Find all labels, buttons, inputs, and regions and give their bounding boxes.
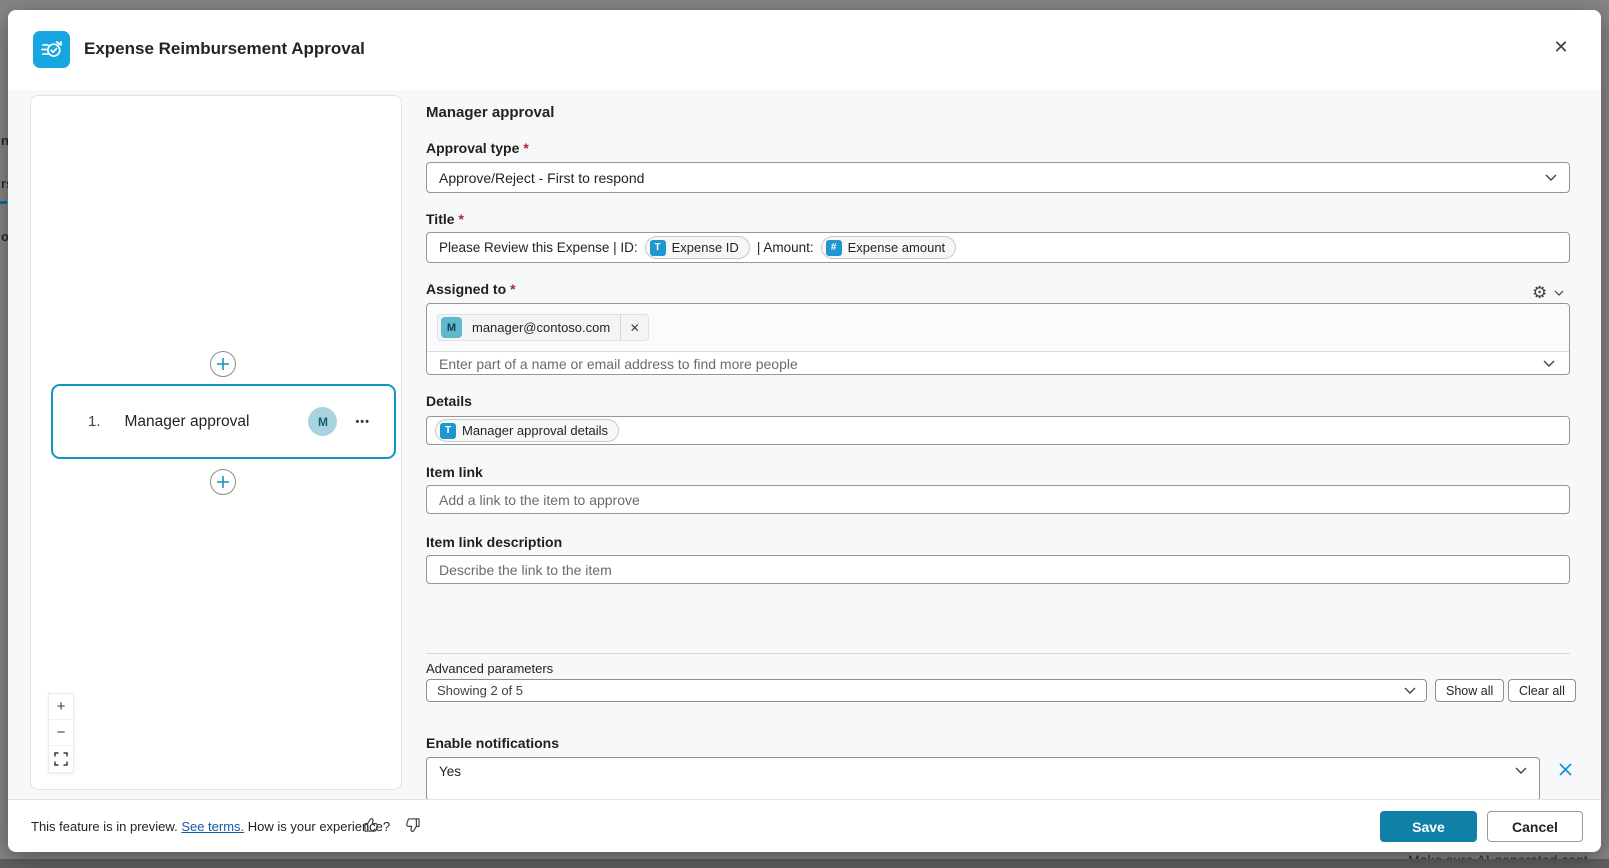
label-text: Item link [426,464,483,480]
thumbs-up-button[interactable] [360,814,384,838]
token-label: Expense ID [672,240,739,255]
remove-parameter-button[interactable] [1552,758,1578,784]
item-link-input[interactable] [426,485,1570,514]
title-label: Title* [426,211,464,227]
plus-icon [216,357,230,371]
remove-assignee-button[interactable]: ✕ [620,314,648,341]
token-label: Expense amount [848,240,946,255]
advanced-parameters-label: Advanced parameters [426,661,553,676]
chevron-down-icon [1545,174,1557,181]
approval-settings-dialog: Expense Reimbursement Approval ✕ 1. Mana… [8,10,1601,852]
item-link-description-input[interactable] [426,555,1570,584]
insert-step-above-button[interactable] [210,351,236,377]
title-text-segment: | Amount: [757,240,814,255]
preview-notice: This feature is in preview. See terms. H… [31,819,390,834]
show-all-button[interactable]: Show all [1435,679,1504,702]
dialog-title: Expense Reimbursement Approval [84,39,365,59]
preview-text: This feature is in preview. [31,819,178,834]
thumbs-down-icon [402,815,422,835]
approval-type-label: Approval type* [426,140,529,156]
assignee-chip-row: M manager@contoso.com ✕ [427,304,1569,352]
gear-icon: ⚙ [1532,284,1547,301]
backdrop-tab-underline [0,201,7,204]
advanced-parameters-value: Showing 2 of 5 [437,683,523,698]
node-index: 1. [88,413,101,430]
cancel-button[interactable]: Cancel [1487,811,1583,842]
section-divider [426,653,1570,654]
node-menu-button[interactable]: ••• [353,414,372,430]
dialog-header: Expense Reimbursement Approval ✕ [8,10,1601,90]
required-asterisk: * [510,281,515,297]
number-type-icon: # [826,240,842,256]
label-text: Item link description [426,534,562,550]
node-label: Manager approval [125,413,250,431]
item-link-description-label: Item link description [426,534,562,550]
enable-notifications-select[interactable]: Yes [426,757,1540,799]
required-asterisk: * [523,140,528,156]
enable-notifications-value: Yes [439,764,461,779]
thumbs-down-button[interactable] [400,814,424,838]
close-icon: ✕ [1553,37,1568,57]
backdrop-bottom-bar [0,859,1609,868]
see-terms-link[interactable]: See terms. [181,819,244,834]
dynamic-token-expense-amount[interactable]: # Expense amount [821,236,957,259]
flow-canvas: 1. Manager approval M ••• + − [30,95,402,790]
thumbs-up-icon [362,815,382,835]
token-label: Manager approval details [462,423,608,438]
text-type-icon: T [440,423,456,439]
assignee-search-input[interactable] [439,356,1543,372]
close-icon [1558,762,1573,777]
save-button[interactable]: Save [1380,811,1477,842]
details-input[interactable]: T Manager approval details [426,416,1570,445]
assignee-avatar: M [308,407,337,436]
plus-icon [216,475,230,489]
insert-step-below-button[interactable] [210,469,236,495]
zoom-in-button[interactable]: + [49,694,73,720]
canvas-zoom-controls: + − [48,693,74,773]
assignee-chip[interactable]: M manager@contoso.com ✕ [437,314,649,341]
approval-type-value: Approve/Reject - First to respond [439,170,644,186]
clear-all-button[interactable]: Clear all [1508,679,1576,702]
field-settings-button[interactable]: ⚙ [1532,284,1564,301]
title-text-segment: Please Review this Expense | ID: [439,240,638,255]
text-type-icon: T [650,240,666,256]
dynamic-token-expense-id[interactable]: T Expense ID [645,236,750,259]
label-text: Approval type [426,140,519,156]
dialog-body: 1. Manager approval M ••• + − Manager ap… [8,90,1601,799]
assignee-chip-email: manager@contoso.com [472,320,610,335]
label-text: Enable notifications [426,735,559,751]
enable-notifications-label: Enable notifications [426,735,559,751]
label-text: Assigned to [426,281,506,297]
item-link-label: Item link [426,464,483,480]
zoom-out-button[interactable]: − [49,720,73,746]
dynamic-token-manager-approval-details[interactable]: T Manager approval details [435,419,619,442]
assignee-chip-avatar: M [441,317,462,338]
form-heading: Manager approval [426,104,554,121]
assignee-search-row [427,352,1569,375]
chevron-down-icon [1404,687,1416,694]
required-asterisk: * [459,211,464,227]
title-input[interactable]: Please Review this Expense | ID: T Expen… [426,232,1570,263]
label-text: Title [426,211,455,227]
fit-view-icon [54,752,68,766]
approvals-app-icon [33,31,70,68]
label-text: Details [426,393,472,409]
flow-node-manager-approval[interactable]: 1. Manager approval M ••• [51,384,396,459]
assigned-to-field: M manager@contoso.com ✕ [426,303,1570,375]
chevron-down-icon [1515,767,1527,774]
assigned-to-label: Assigned to* [426,281,516,297]
fit-view-button[interactable] [49,746,73,772]
close-button[interactable]: ✕ [1547,33,1575,61]
approval-type-select[interactable]: Approve/Reject - First to respond [426,162,1570,193]
chevron-down-icon [1554,290,1564,296]
details-label: Details [426,393,472,409]
chevron-down-icon [1543,360,1555,367]
dialog-footer: This feature is in preview. See terms. H… [8,799,1601,852]
advanced-parameters-select[interactable]: Showing 2 of 5 [426,679,1427,702]
